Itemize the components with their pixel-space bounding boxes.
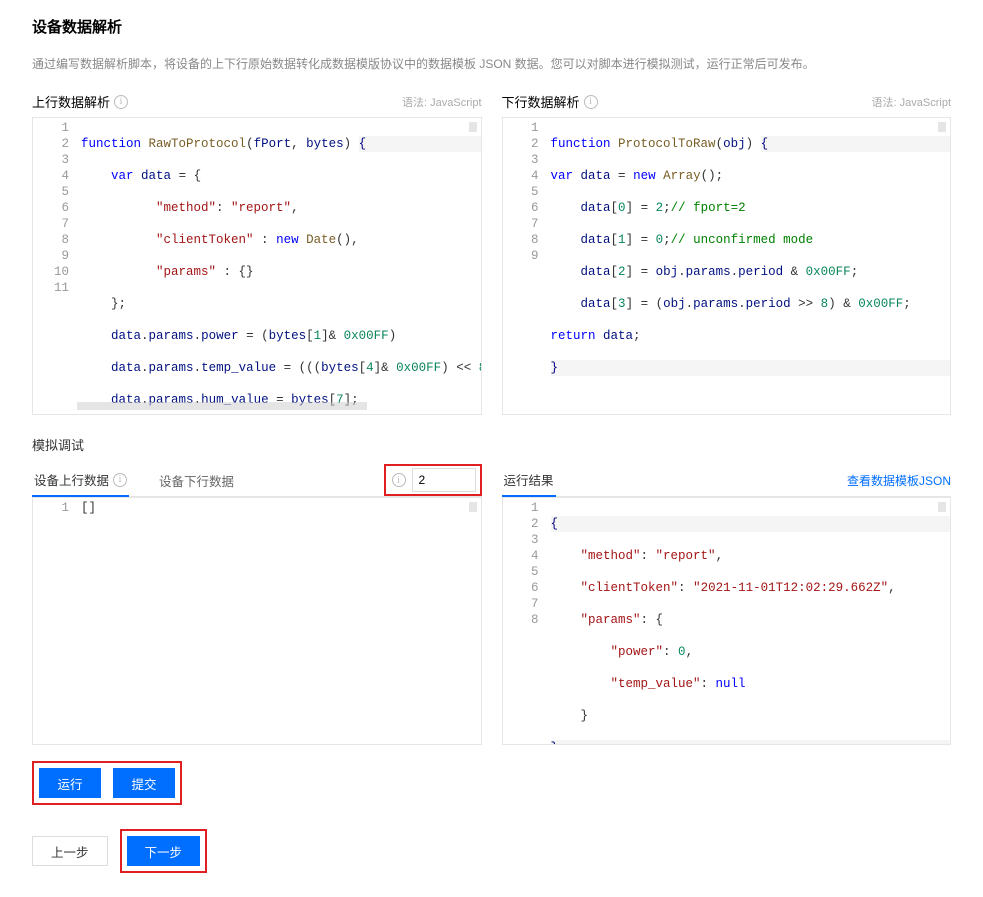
tab-run-result[interactable]: 运行结果: [502, 464, 556, 497]
info-icon[interactable]: i: [114, 95, 128, 109]
sim-result-editor[interactable]: 12345678 { "method": "report", "clientTo…: [502, 497, 952, 745]
next-highlight-box: 下一步: [120, 829, 208, 873]
tab-device-uplink[interactable]: 设备上行数据 i: [32, 464, 129, 497]
page-title: 设备数据解析: [32, 16, 951, 37]
run-button[interactable]: 运行: [39, 768, 101, 798]
view-json-link[interactable]: 查看数据模板JSON: [847, 472, 951, 489]
downlink-editor[interactable]: 123456789 function ProtocolToRaw(obj) { …: [502, 117, 952, 415]
sim-input-editor[interactable]: 1 []: [32, 497, 482, 745]
downlink-lang-label: 语法: JavaScript: [872, 94, 951, 110]
tab-device-downlink[interactable]: 设备下行数据: [157, 465, 236, 496]
downlink-title: 下行数据解析 i: [502, 92, 598, 111]
info-icon[interactable]: i: [392, 473, 406, 487]
uplink-editor[interactable]: 1234567891011 function RawToProtocol(fPo…: [32, 117, 482, 415]
uplink-title: 上行数据解析 i: [32, 92, 128, 111]
page-desc: 通过编写数据解析脚本，将设备的上下行原始数据转化成数据模版协议中的数据模板 JS…: [32, 55, 951, 72]
submit-button[interactable]: 提交: [113, 768, 175, 798]
uplink-lang-label: 语法: JavaScript: [402, 94, 481, 110]
sim-title: 模拟调试: [32, 435, 951, 454]
prev-button[interactable]: 上一步: [32, 836, 108, 866]
run-submit-highlight-box: 运行 提交: [32, 761, 182, 805]
fport-input[interactable]: [412, 468, 476, 492]
next-button[interactable]: 下一步: [127, 836, 201, 866]
fport-highlight-box: i: [384, 464, 482, 496]
info-icon[interactable]: i: [584, 95, 598, 109]
info-icon[interactable]: i: [113, 473, 127, 487]
